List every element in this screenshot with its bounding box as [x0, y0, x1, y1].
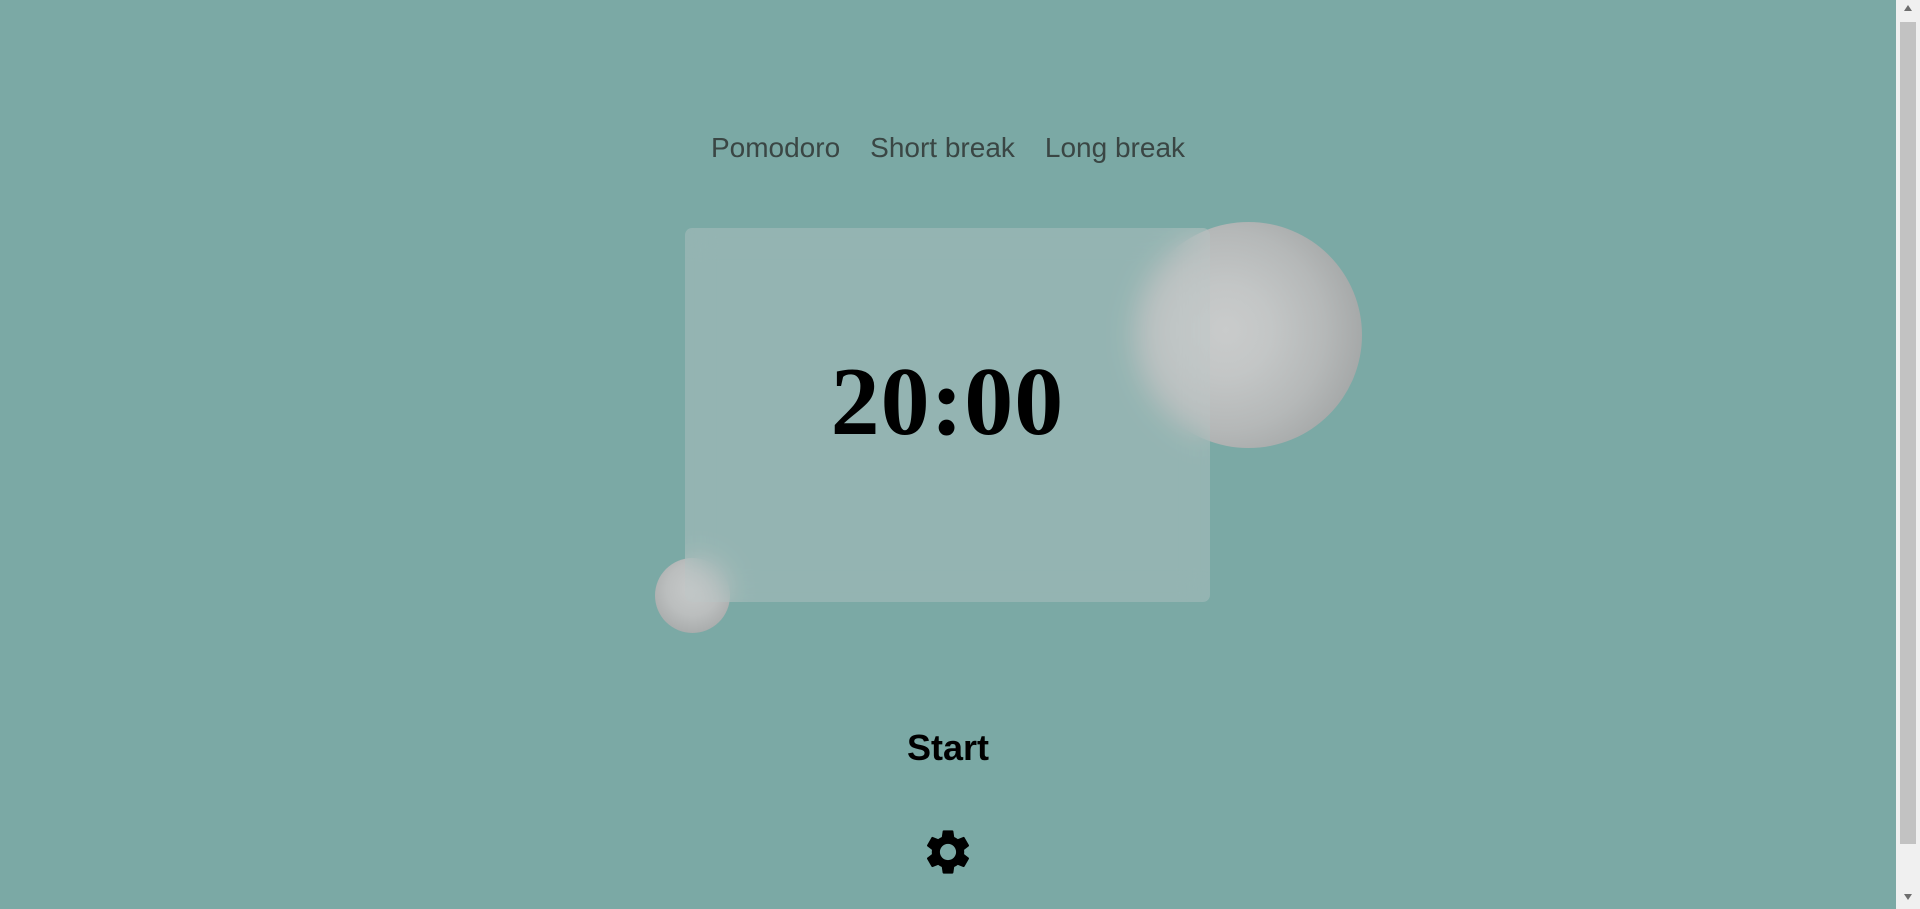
tab-short-break[interactable]: Short break — [870, 134, 1015, 162]
tab-pomodoro[interactable]: Pomodoro — [711, 134, 840, 162]
page-scrollbar[interactable] — [1896, 0, 1920, 909]
timer-card: 20:00 — [685, 228, 1210, 602]
mode-tabs: Pomodoro Short break Long break — [0, 134, 1896, 162]
start-button[interactable]: Start — [0, 730, 1896, 766]
app-page: Pomodoro Short break Long break 20:00 St… — [0, 0, 1896, 909]
scroll-down-arrow-icon[interactable] — [1896, 893, 1920, 905]
timer-display: 20:00 — [830, 348, 1065, 456]
settings-button[interactable] — [921, 825, 975, 879]
tab-long-break[interactable]: Long break — [1045, 134, 1185, 162]
gear-icon — [926, 830, 970, 874]
scroll-thumb[interactable] — [1900, 22, 1916, 844]
scroll-up-arrow-icon[interactable] — [1896, 4, 1920, 16]
